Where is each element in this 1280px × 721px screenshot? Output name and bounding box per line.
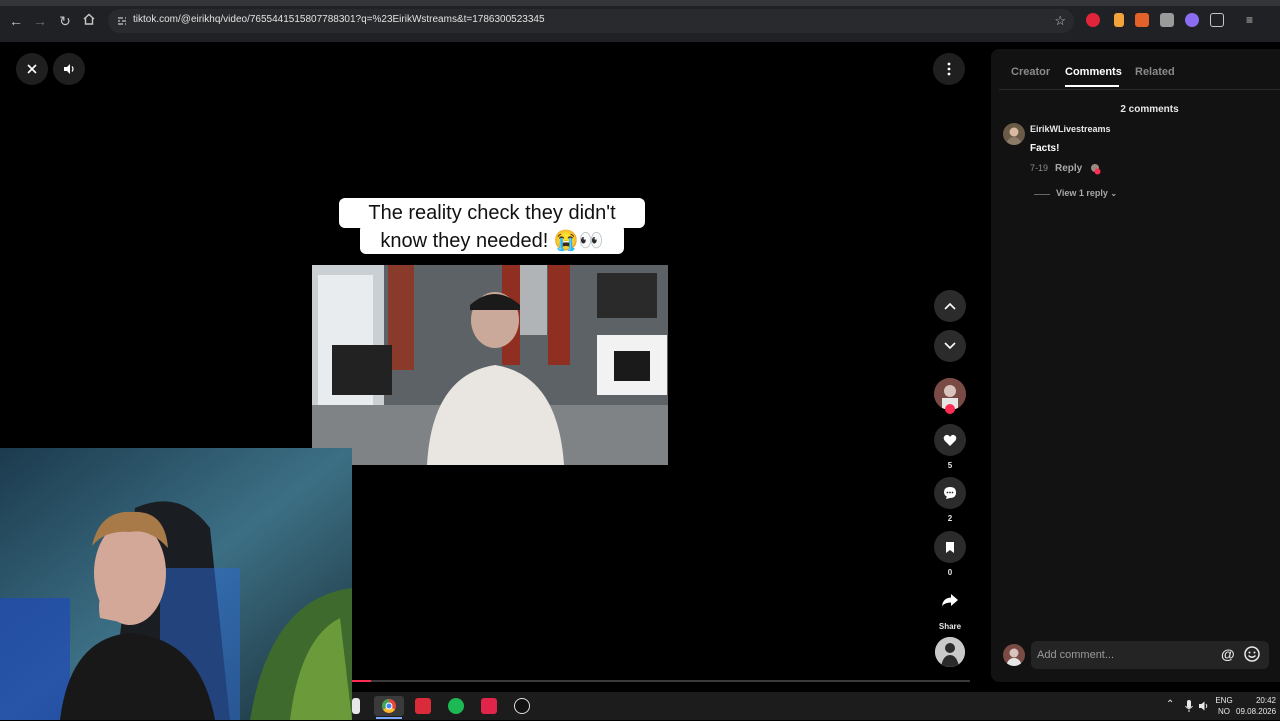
- obs-icon[interactable]: [514, 698, 530, 714]
- sound-disc-image: [935, 637, 965, 667]
- tray-chevron-up-icon[interactable]: ⌃: [1166, 699, 1174, 710]
- extension-purple-icon[interactable]: [1185, 13, 1199, 27]
- active-tab-indicator: [1065, 85, 1119, 87]
- mention-icon[interactable]: @: [1221, 646, 1235, 662]
- avatar-image: [1003, 123, 1025, 145]
- video-frame-image: [312, 265, 668, 465]
- chevron-down-icon: ⌄: [1110, 189, 1118, 198]
- like-button[interactable]: [934, 424, 966, 456]
- mute-button[interactable]: [53, 53, 85, 85]
- bookmark-star-icon[interactable]: ☆: [1054, 13, 1066, 29]
- keyboard-layout: NO: [1218, 707, 1230, 716]
- address-bar[interactable]: tiktok.com/@eirikhq/video/76554415158077…: [108, 9, 1074, 33]
- extension-record-icon[interactable]: [1086, 13, 1100, 27]
- file-explorer-icon[interactable]: [352, 698, 360, 714]
- input-language[interactable]: ENG NO: [1214, 695, 1234, 717]
- video-progress-bar[interactable]: [352, 680, 970, 682]
- share-arrow-icon: [942, 594, 958, 606]
- comment-count: 2: [947, 514, 953, 523]
- extension-fox-icon[interactable]: [1135, 13, 1149, 27]
- comment-date: 7-19: [1030, 163, 1049, 173]
- caption-line-2: know they needed! 😭👀: [380, 230, 604, 252]
- chrome-icon: [382, 699, 396, 713]
- more-options-button[interactable]: [933, 53, 965, 85]
- comment-author-avatar[interactable]: [1003, 123, 1025, 145]
- reading-list-icon[interactable]: ≡: [1246, 13, 1260, 27]
- comment-reply-button[interactable]: Reply: [1055, 163, 1082, 174]
- view-replies-label: View 1 reply: [1056, 188, 1108, 198]
- view-replies-button[interactable]: View 1 reply ⌄: [1056, 188, 1117, 198]
- speaker-icon[interactable]: [1198, 700, 1210, 712]
- more-vertical-icon: [947, 62, 951, 76]
- comments-panel: Creator Comments Related 2 comments Eiri…: [991, 49, 1280, 682]
- heart-icon: [943, 434, 957, 446]
- tab-strip: [0, 0, 1280, 6]
- back-icon[interactable]: ←: [7, 12, 25, 30]
- reply-divider: [1034, 194, 1050, 195]
- windows-taskbar: ⌃ ENG NO 20:42 09.08.2026: [352, 692, 1280, 720]
- comments-total: 2 comments: [1120, 104, 1179, 115]
- share-label: Share: [938, 622, 962, 631]
- tab-comments[interactable]: Comments: [1065, 66, 1122, 78]
- add-comment-input[interactable]: [1037, 645, 1207, 665]
- extension-grey-icon[interactable]: [1160, 13, 1174, 27]
- video-progress-fill: [352, 680, 371, 682]
- spotify-icon[interactable]: [448, 698, 464, 714]
- url-text[interactable]: tiktok.com/@eirikhq/video/76554415158077…: [133, 14, 545, 25]
- streamer-webcam: [0, 448, 352, 720]
- current-user-avatar: [1003, 644, 1025, 666]
- creator-liked-icon: [1091, 164, 1101, 175]
- sound-disc[interactable]: [935, 637, 965, 667]
- browser-toolbar: ← → ↻ tiktok.com/@eirikhq/video/76554415…: [0, 0, 1280, 42]
- next-video-button[interactable]: [934, 330, 966, 362]
- comment-text: Facts!: [1030, 143, 1060, 154]
- comment-button[interactable]: [934, 477, 966, 509]
- comment-bubble-icon: [944, 487, 956, 499]
- home-icon[interactable]: [80, 12, 98, 30]
- clock-date: 09.08.2026: [1236, 707, 1277, 716]
- taskbar-chrome-tile[interactable]: [374, 696, 404, 716]
- comment-author-name[interactable]: EirikWLivestreams: [1030, 124, 1111, 134]
- app-v-icon[interactable]: [481, 698, 497, 714]
- clock-time: 20:42: [1255, 696, 1276, 705]
- microphone-icon[interactable]: [1184, 699, 1194, 713]
- active-app-indicator: [376, 717, 402, 719]
- site-info-icon[interactable]: [116, 15, 128, 27]
- close-button[interactable]: [16, 53, 48, 85]
- save-button[interactable]: [934, 531, 966, 563]
- previous-video-button[interactable]: [934, 290, 966, 322]
- video-caption: The reality check they didn't know they …: [339, 198, 645, 256]
- volume-icon: [64, 64, 74, 74]
- bookmark-icon: [946, 541, 954, 553]
- save-count: 0: [947, 568, 953, 577]
- language-code: ENG: [1215, 696, 1233, 705]
- forward-icon[interactable]: →: [31, 12, 49, 30]
- caption-line-1: The reality check they didn't: [368, 202, 616, 224]
- chevron-down-icon: [944, 342, 956, 350]
- like-count: 5: [947, 461, 953, 470]
- streaming-app-icon[interactable]: [415, 698, 431, 714]
- share-button[interactable]: [934, 584, 966, 616]
- tabs-divider: [999, 89, 1280, 90]
- add-comment-box[interactable]: @: [1031, 641, 1269, 669]
- webcam-image: [0, 448, 352, 720]
- video-player[interactable]: [312, 265, 668, 465]
- extensions-puzzle-icon[interactable]: [1210, 13, 1224, 27]
- close-icon: [27, 64, 37, 74]
- extension-flame-icon[interactable]: [1114, 13, 1124, 27]
- tab-creator[interactable]: Creator: [1011, 66, 1050, 78]
- reload-icon[interactable]: ↻: [56, 12, 74, 30]
- avatar-image: [1003, 644, 1025, 666]
- clock[interactable]: 20:42 09.08.2026: [1236, 695, 1276, 717]
- follow-plus-icon[interactable]: [945, 404, 955, 414]
- chevron-up-icon: [944, 302, 956, 310]
- emoji-icon[interactable]: [1243, 645, 1261, 663]
- tab-related[interactable]: Related: [1135, 66, 1175, 78]
